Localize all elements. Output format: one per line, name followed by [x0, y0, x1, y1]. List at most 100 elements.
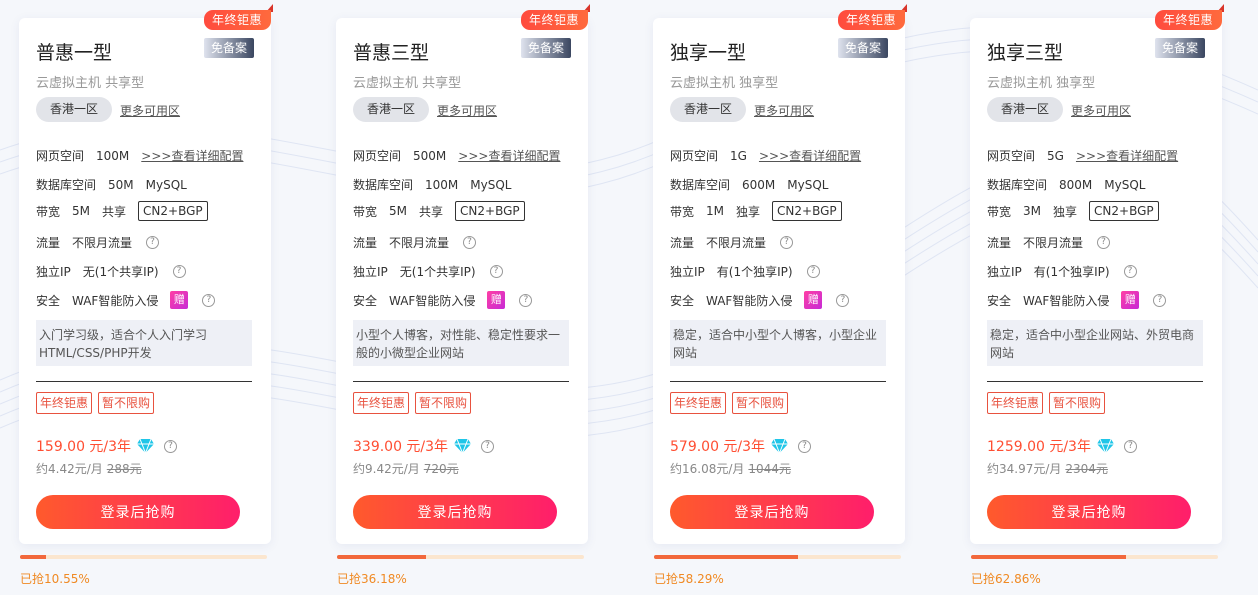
spec-label: 网页空间	[353, 149, 402, 163]
help-icon[interactable]: ?	[836, 293, 850, 307]
spec-label: 流量	[987, 236, 1012, 250]
detail-config-link[interactable]: >>>查看详细配置	[141, 147, 243, 164]
help-icon[interactable]: ?	[1123, 265, 1137, 278]
spec-label: 安全	[670, 293, 695, 308]
buy-button[interactable]: 登录后抢购	[353, 495, 557, 529]
spec-traffic: 流量 不限月流量 ?	[36, 234, 160, 251]
line-tag: CN2+BGP	[138, 201, 208, 221]
help-icon[interactable]: ?	[146, 236, 160, 249]
promo-tag: 暂不限购	[415, 392, 472, 414]
spec-security: 安全 WAF智能防入侵 赠 ?	[36, 291, 216, 309]
spec-label: 流量	[353, 236, 378, 250]
help-icon[interactable]: ?	[202, 293, 216, 307]
spec-label: 网页空间	[36, 149, 85, 163]
product-subtitle: 云虚拟主机 共享型	[353, 76, 462, 91]
spec-label: 流量	[670, 236, 695, 250]
help-icon[interactable]: ?	[1123, 439, 1137, 453]
region-button[interactable]: 香港一区	[670, 97, 746, 122]
price: 339.00 元/3年	[353, 439, 449, 455]
spec-label: 数据库空间	[353, 178, 414, 192]
no-filing-badge: 免备案	[1154, 38, 1205, 58]
more-regions-link[interactable]: 更多可用区	[1071, 102, 1131, 119]
detail-config-link[interactable]: >>>查看详细配置	[759, 147, 861, 164]
spec-traffic: 流量 不限月流量 ?	[987, 234, 1111, 251]
product-subtitle: 云虚拟主机 独享型	[987, 76, 1096, 91]
product-title: 独享一型	[670, 42, 747, 64]
gift-icon: 赠	[1121, 291, 1140, 309]
help-icon[interactable]: ?	[172, 265, 186, 278]
spec-value: 100M	[96, 148, 130, 163]
help-icon[interactable]: ?	[489, 265, 503, 278]
product-title: 独享三型	[987, 42, 1064, 64]
year-end-ribbon: 年终钜惠	[520, 10, 588, 30]
spec-ip: 独立IP 有(1个独享IP) ?	[987, 263, 1137, 280]
spec-value: 5M	[72, 204, 91, 218]
region-button[interactable]: 香港一区	[987, 97, 1063, 122]
spec-label: 带宽	[353, 204, 378, 219]
spec-value: 1M	[706, 204, 725, 218]
spec-value: 600M	[742, 177, 776, 192]
more-regions-link[interactable]: 更多可用区	[437, 102, 497, 119]
spec-label: 独立IP	[670, 265, 705, 279]
promo-tags: 年终钜惠 暂不限购	[670, 392, 789, 414]
region-button[interactable]: 香港一区	[353, 97, 429, 122]
detail-config-link[interactable]: >>>查看详细配置	[1076, 147, 1178, 164]
spec-web-space: 网页空间 500M >>>查看详细配置	[353, 147, 560, 164]
promo-tag: 年终钜惠	[987, 392, 1044, 414]
spec-db-type: MySQL	[1104, 177, 1146, 192]
spec-web-space: 网页空间 100M >>>查看详细配置	[36, 147, 243, 164]
product-card-column: 普惠一型 免备案 云虚拟主机 共享型 香港一区 更多可用区 网页空间 100M …	[19, 0, 273, 595]
line-tag: CN2+BGP	[772, 201, 842, 221]
spec-bandwidth-type: 共享	[419, 204, 444, 219]
help-icon[interactable]: ?	[1153, 293, 1167, 307]
help-icon[interactable]: ?	[806, 265, 820, 278]
product-card-column: 独享一型 免备案 云虚拟主机 独享型 香港一区 更多可用区 网页空间 1G >>…	[653, 0, 907, 595]
diamond-vip-icon	[454, 438, 472, 454]
diamond-vip-icon	[137, 438, 155, 454]
diamond-vip-icon	[1096, 438, 1114, 454]
spec-value: 3M	[1023, 204, 1042, 218]
spec-bandwidth-type: 独享	[736, 204, 761, 219]
spec-label: 数据库空间	[670, 178, 731, 192]
diamond-vip-icon	[771, 438, 789, 454]
sold-percentage: 已抢62.86%	[971, 572, 1041, 586]
divider	[353, 381, 569, 382]
spec-value: 50M	[108, 177, 134, 192]
spec-value: WAF智能防入侵	[1023, 293, 1110, 308]
no-filing-badge: 免备案	[837, 38, 888, 58]
help-icon[interactable]: ?	[164, 439, 178, 453]
help-icon[interactable]: ?	[1097, 236, 1111, 249]
spec-label: 网页空间	[987, 149, 1036, 163]
sold-percentage: 已抢10.55%	[20, 572, 90, 586]
original-price: 2304元	[1065, 462, 1108, 476]
more-regions-link[interactable]: 更多可用区	[120, 102, 180, 119]
year-end-ribbon: 年终钜惠	[1154, 10, 1222, 30]
buy-button[interactable]: 登录后抢购	[670, 495, 874, 529]
product-card: 独享一型 免备案 云虚拟主机 独享型 香港一区 更多可用区 网页空间 1G >>…	[653, 18, 905, 544]
divider	[36, 381, 252, 382]
detail-config-link[interactable]: >>>查看详细配置	[458, 147, 560, 164]
line-tag: CN2+BGP	[455, 201, 525, 221]
spec-value: 5M	[389, 204, 408, 218]
product-description: 入门学习级，适合个人入门学习HTML/CSS/PHP开发	[36, 320, 252, 366]
help-icon[interactable]: ?	[481, 439, 495, 453]
spec-label: 网页空间	[670, 149, 719, 163]
product-description: 稳定，适合中小型个人博客，小型企业网站	[670, 320, 886, 366]
spec-security: 安全 WAF智能防入侵 赠 ?	[353, 291, 533, 309]
buy-button[interactable]: 登录后抢购	[987, 495, 1191, 529]
more-regions-link[interactable]: 更多可用区	[754, 102, 814, 119]
spec-bandwidth: 带宽 3M 独享 CN2+BGP	[987, 201, 1159, 221]
spec-label: 安全	[353, 293, 378, 308]
help-icon[interactable]: ?	[463, 236, 477, 249]
monthly-price-value: 约9.42元/月	[353, 462, 420, 476]
help-icon[interactable]: ?	[519, 293, 533, 307]
promo-tag: 暂不限购	[98, 392, 155, 414]
buy-button[interactable]: 登录后抢购	[36, 495, 240, 529]
original-price: 720元	[423, 462, 459, 476]
promo-tag: 年终钜惠	[36, 392, 93, 414]
spec-db-space: 数据库空间 50M MySQL	[36, 176, 199, 193]
help-icon[interactable]: ?	[780, 236, 794, 249]
product-title: 普惠一型	[36, 42, 113, 64]
help-icon[interactable]: ?	[798, 439, 812, 453]
region-button[interactable]: 香港一区	[36, 97, 112, 122]
